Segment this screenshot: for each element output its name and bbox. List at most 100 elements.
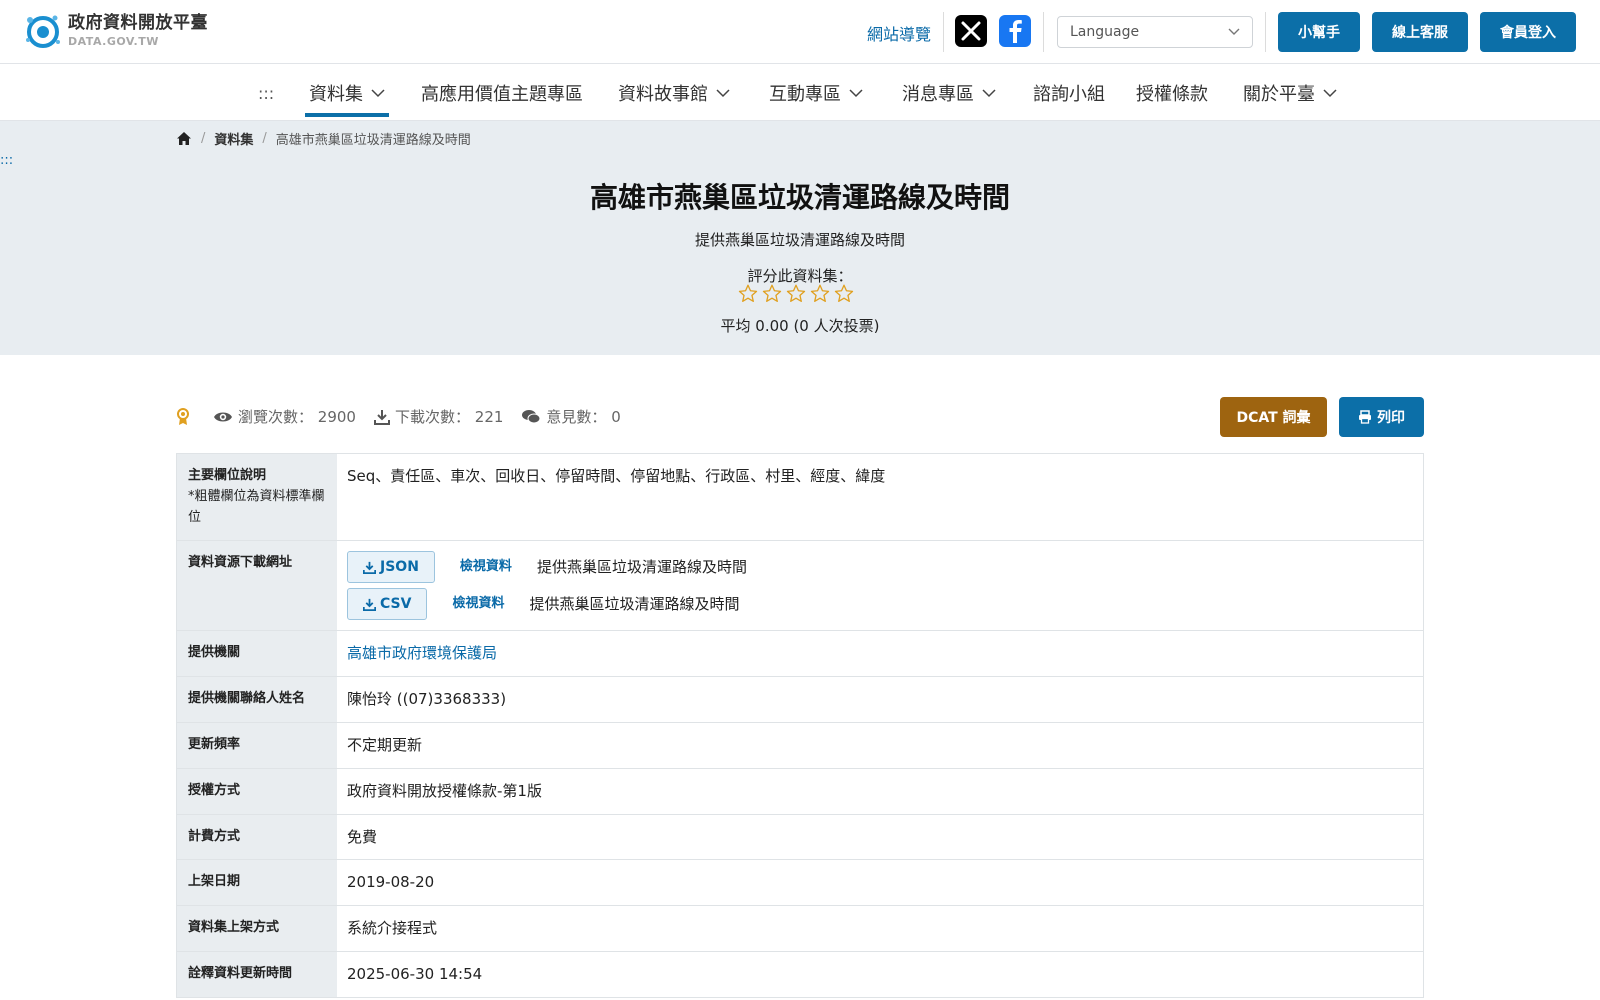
dataset-stats: 瀏覽次數： 2900 下載次數： 221 意見數： 0 (176, 406, 639, 427)
nav-item-label: 資料集 (309, 84, 363, 105)
row-label: 上架日期 (177, 860, 337, 906)
member-login-button[interactable]: 會員登入 (1480, 12, 1576, 52)
dcat-button[interactable]: DCAT 詞彙 (1220, 397, 1327, 437)
star-icon[interactable] (738, 284, 758, 303)
sitemap-link[interactable]: 網站導覽 (867, 21, 931, 45)
row-label: 授權方式 (177, 768, 337, 814)
row-value: 2019-08-20 (347, 873, 435, 892)
award-icon (177, 407, 189, 425)
views-count: 2900 (317, 407, 356, 426)
row-value: 免費 (347, 827, 378, 846)
nav-item-news[interactable]: 消息專區 (902, 80, 996, 106)
row-label: 主要欄位說明 *粗體欄位為資料標準欄位 (177, 454, 337, 541)
logo-title: 政府資料開放平臺 (68, 13, 208, 33)
table-row: 更新頻率 不定期更新 (177, 722, 1423, 769)
table-row: 資料集上架方式 系統介接程式 (177, 906, 1423, 952)
logo-subtitle: DATA.GOV.TW (68, 35, 159, 48)
row-value: 2025-06-30 14:54 (347, 964, 483, 983)
download-json-button[interactable]: JSON (347, 551, 435, 584)
site-logo[interactable]: 政府資料開放平臺 DATA.GOV.TW (22, 10, 208, 52)
downloads-count: 221 (474, 407, 504, 426)
download-item: CSV 檢視資料 提供燕巢區垃圾清運路線及時間 (347, 588, 1413, 621)
rating-average: 平均 0.00 (0 人次投票) (720, 317, 880, 335)
logo-icon (22, 10, 64, 52)
page-title: 高雄市燕巢區垃圾清運路線及時間 (589, 181, 1010, 214)
print-button[interactable]: 列印 (1339, 397, 1424, 437)
download-icon (373, 409, 390, 425)
provider-link[interactable]: 高雄市政府環境保護局 (347, 644, 497, 662)
online-service-button[interactable]: 線上客服 (1372, 12, 1468, 52)
row-label: 資料資源下載網址 (177, 541, 337, 631)
nav-accesskey[interactable]: ::: (258, 84, 274, 103)
row-label: 更新頻率 (177, 722, 337, 768)
row-value: 政府資料開放授權條款-第1版 (347, 781, 542, 800)
nav-item-advisory[interactable]: 諮詢小組 (1033, 80, 1105, 106)
table-row: 上架日期 2019-08-20 (177, 860, 1423, 907)
nav-item-label: 互動專區 (769, 84, 841, 105)
view-data-link[interactable]: 檢視資料 (460, 557, 512, 578)
download-item: JSON 檢視資料 提供燕巢區垃圾清運路線及時間 (347, 551, 1413, 584)
row-value: 系統介接程式 (347, 919, 438, 938)
views-label: 瀏覽次數： (238, 408, 314, 426)
chevron-down-icon (982, 88, 996, 97)
row-label: 資料集上架方式 (177, 906, 337, 951)
table-row: 提供機關 高雄市政府環境保護局 (177, 631, 1423, 678)
comments-label: 意見數： (546, 408, 607, 426)
dataset-banner: ::: / 資料集 / 高雄市燕巢區垃圾清運路線及時間 高雄市燕巢區垃圾清運路線… (0, 121, 1600, 355)
star-icon[interactable] (786, 284, 806, 303)
home-icon[interactable] (176, 131, 192, 146)
facebook-icon[interactable] (999, 15, 1031, 47)
x-twitter-icon[interactable] (955, 15, 987, 47)
download-description: 提供燕巢區垃圾清運路線及時間 (529, 595, 740, 614)
table-row: 資料資源下載網址 JSON 檢視資料 提供燕巢區垃圾清運路線及時間 CSV 檢視… (177, 541, 1423, 632)
nav-item-about[interactable]: 關於平臺 (1243, 80, 1337, 106)
table-row: 主要欄位說明 *粗體欄位為資料標準欄位 Seq、責任區、車次、回收日、停留時間、… (177, 454, 1423, 542)
site-header: 政府資料開放平臺 DATA.GOV.TW 網站導覽 Language 小幫手 線… (0, 0, 1600, 64)
divider (1265, 12, 1266, 52)
rating-stars[interactable] (738, 284, 858, 303)
download-csv-button[interactable]: CSV (347, 588, 428, 621)
comments-icon (522, 409, 541, 423)
table-row: 提供機關聯絡人姓名 陳怡玲 ((07)3368333) (177, 677, 1423, 723)
chevron-down-icon (1228, 28, 1240, 35)
table-row: 詮釋資料更新時間 2025-06-30 14:54 (177, 951, 1423, 997)
fields-label: 主要欄位說明 (188, 468, 267, 483)
download-list: JSON 檢視資料 提供燕巢區垃圾清運路線及時間 CSV 檢視資料 提供燕巢區垃… (337, 541, 1423, 630)
eye-icon (214, 412, 232, 421)
star-icon[interactable] (810, 284, 830, 303)
row-label: 詮釋資料更新時間 (177, 951, 337, 997)
main-nav: ::: 資料集 高應用價值主題專區 資料故事館 互動專區 消息專區 諮詢小組 授… (0, 64, 1600, 121)
downloads-label: 下載次數： (394, 408, 470, 426)
nav-item-label: 關於平臺 (1243, 84, 1315, 105)
row-label: 計費方式 (177, 814, 337, 860)
breadcrumb-current: 高雄市燕巢區垃圾清運路線及時間 (275, 133, 471, 148)
star-icon[interactable] (834, 284, 854, 303)
nav-item-interactive[interactable]: 互動專區 (769, 80, 863, 106)
chevron-down-icon (849, 88, 863, 97)
nav-item-label: 消息專區 (902, 84, 974, 105)
view-data-link[interactable]: 檢視資料 (452, 594, 504, 615)
language-select[interactable]: Language (1057, 16, 1253, 48)
table-row: 計費方式 免費 (177, 814, 1423, 861)
dataset-description: 提供燕巢區垃圾清運路線及時間 (694, 231, 905, 249)
download-icon (363, 561, 376, 574)
printer-icon (1359, 410, 1371, 424)
dataset-info-table: 主要欄位說明 *粗體欄位為資料標準欄位 Seq、責任區、車次、回收日、停留時間、… (176, 453, 1424, 998)
star-icon[interactable] (762, 284, 782, 303)
fields-note: *粗體欄位為資料標準欄位 (188, 488, 325, 525)
content-accesskey[interactable]: ::: (0, 153, 13, 168)
fields-value: Seq、責任區、車次、回收日、停留時間、停留地點、行政區、村里、經度、緯度 (347, 467, 886, 485)
nav-item-high-value[interactable]: 高應用價值主題專區 (421, 80, 583, 106)
breadcrumb-datasets[interactable]: 資料集 (214, 129, 253, 148)
divider (943, 12, 944, 52)
chevron-down-icon (371, 88, 385, 97)
nav-item-license[interactable]: 授權條款 (1136, 80, 1208, 106)
helper-button[interactable]: 小幫手 (1278, 12, 1360, 52)
print-label: 列印 (1377, 410, 1405, 426)
nav-item-stories[interactable]: 資料故事館 (618, 80, 730, 106)
nav-item-label: 授權條款 (1136, 84, 1208, 105)
table-row: 授權方式 政府資料開放授權條款-第1版 (177, 768, 1423, 815)
row-value: 陳怡玲 ((07)3368333) (347, 690, 507, 709)
rating-label: 評分此資料集： (747, 267, 853, 285)
nav-item-datasets[interactable]: 資料集 (305, 80, 389, 117)
